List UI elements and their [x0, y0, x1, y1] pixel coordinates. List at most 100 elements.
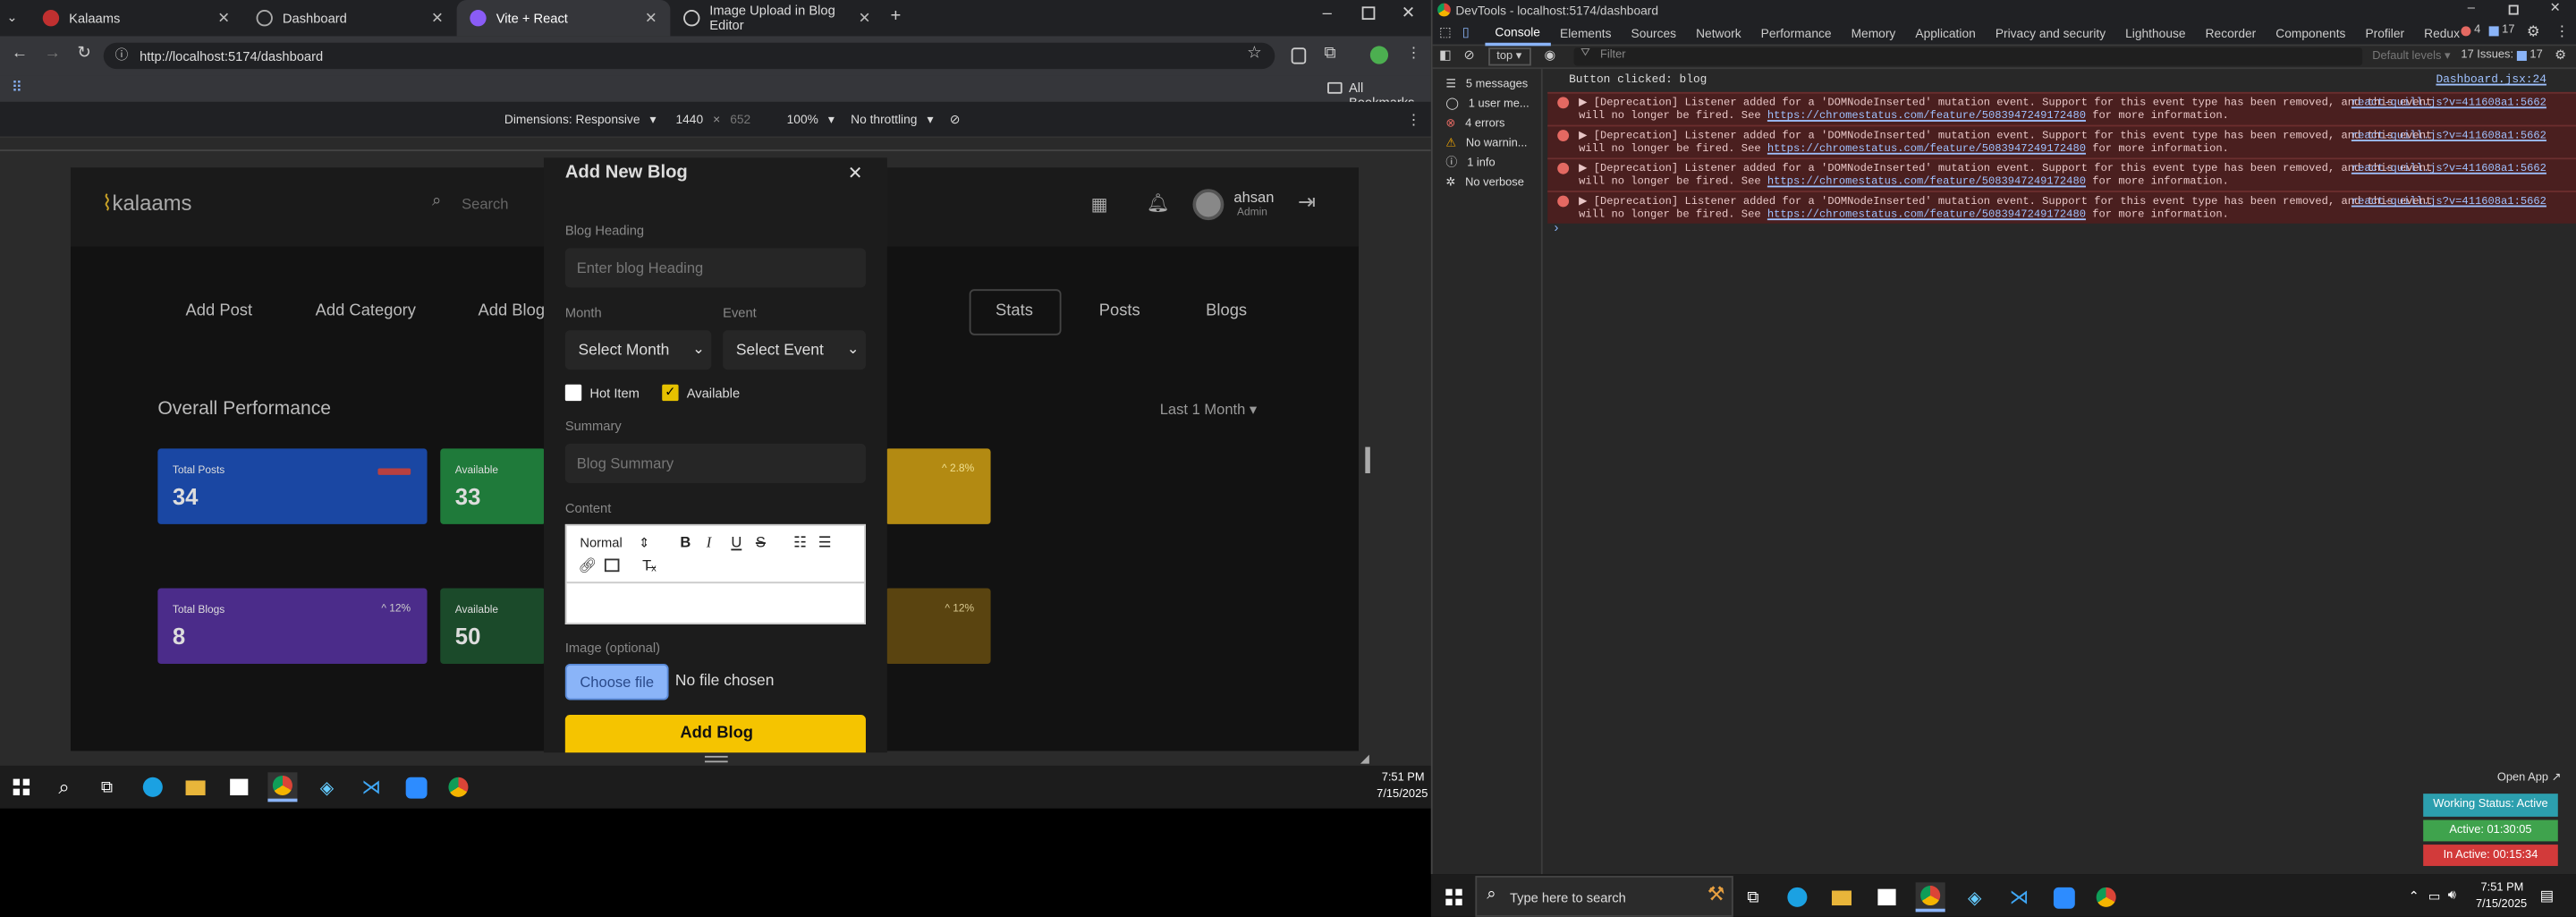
tab-components[interactable]: Components	[2266, 22, 2355, 46]
taskbar-search-box[interactable]: ⌕ Type here to search ⚒	[1475, 875, 1733, 917]
sidebar-info[interactable]: ⓘ 1 info	[1445, 153, 1541, 173]
close-icon[interactable]: ✕	[859, 9, 871, 27]
vscode-icon[interactable]: ⋊	[2004, 882, 2034, 912]
italic-icon[interactable]: I	[707, 534, 712, 550]
tab-vite-react[interactable]: Vite + React ✕	[456, 0, 671, 37]
filter-input[interactable]: ⛛ Filter	[1573, 47, 2363, 66]
app-icon[interactable]: ◈	[1960, 882, 1989, 912]
apps-grid-icon[interactable]: ⠿	[12, 79, 22, 97]
tab-profiler[interactable]: Profiler	[2355, 22, 2414, 46]
close-icon[interactable]: ✕	[217, 9, 230, 27]
puzzle-icon[interactable]: ⧉	[1324, 45, 1335, 63]
summary-input[interactable]: Blog Summary	[564, 443, 866, 484]
sidebar-messages[interactable]: ☰ 5 messages	[1445, 74, 1541, 94]
dt-close-icon[interactable]: ✕	[2550, 0, 2561, 15]
hot-item-checkbox[interactable]	[564, 384, 582, 402]
error-source[interactable]: react-quill.js?v=411608a1:5662	[2351, 163, 2546, 174]
tab-elements[interactable]: Elements	[1550, 22, 1621, 46]
chrome-icon[interactable]	[267, 772, 298, 802]
new-tab-plus-icon[interactable]: +	[891, 6, 902, 26]
site-info-icon[interactable]: ⓘ	[115, 46, 129, 64]
tab-search-icon[interactable]: ⌄	[6, 10, 17, 25]
range-select[interactable]: Last 1 Month ▾	[1160, 401, 1258, 419]
browser-menu-icon[interactable]: ⋮	[1406, 45, 1421, 63]
close-icon[interactable]: ✕	[645, 9, 657, 27]
bullet-list-icon[interactable]: ☰	[818, 534, 832, 552]
dt-minimize-icon[interactable]: –	[2468, 0, 2475, 15]
chrome-icon-2[interactable]	[444, 772, 473, 802]
sidebar-errors[interactable]: ⊗ 4 errors	[1445, 114, 1541, 133]
file-explorer-icon[interactable]	[1826, 882, 1856, 912]
task-view-icon[interactable]: ⧉	[1738, 882, 1767, 912]
tab-recorder[interactable]: Recorder	[2196, 22, 2267, 46]
store-icon[interactable]	[1871, 882, 1901, 912]
image-icon[interactable]	[604, 558, 620, 573]
available-checkbox[interactable]: ✓	[662, 384, 679, 402]
task-view-icon[interactable]: ⧉	[92, 772, 122, 802]
apps-icon[interactable]: ▦	[1091, 194, 1108, 216]
error-source[interactable]: react-quill.js?v=411608a1:5662	[2351, 130, 2546, 141]
console-settings-icon[interactable]: ⚙	[2555, 47, 2566, 63]
resize-handle-right[interactable]	[1365, 446, 1370, 473]
extension-icon[interactable]	[1291, 47, 1307, 64]
error-source[interactable]: react-quill.js?v=411608a1:5662	[2351, 97, 2546, 108]
sidebar-toggle-icon[interactable]: ◧	[1439, 47, 1452, 63]
error-issue-counter[interactable]: 4 17	[2461, 25, 2514, 36]
device-menu-icon[interactable]: ⋮	[1406, 112, 1421, 130]
edge-icon[interactable]	[1783, 882, 1812, 912]
more-icon[interactable]: ⋮	[2555, 23, 2570, 41]
tab-dashboard[interactable]: Dashboard ✕	[243, 0, 457, 36]
sidebar-verbose[interactable]: ✲ No verbose	[1445, 173, 1541, 192]
issues-link[interactable]: 17 Issues: 17	[2461, 49, 2542, 61]
tab-application[interactable]: Application	[1905, 22, 1985, 46]
format-select[interactable]: Normal ⇕	[580, 536, 649, 551]
sidebar-user-messages[interactable]: ◯ 1 user me...	[1445, 94, 1541, 114]
tab-sources[interactable]: Sources	[1621, 22, 1686, 46]
chrome-icon[interactable]	[1915, 882, 1945, 913]
tab-console[interactable]: Console	[1485, 22, 1551, 46]
volume-icon[interactable]: 🔊︎	[2448, 887, 2456, 904]
width-input[interactable]: 1440	[675, 112, 703, 127]
chrome-icon-2[interactable]	[2091, 882, 2121, 912]
windows-start-icon[interactable]	[1445, 888, 1462, 906]
nav-add-post[interactable]: Add Post	[186, 302, 253, 320]
throttle-select[interactable]: No throttling	[851, 112, 917, 127]
maximize-icon[interactable]	[1361, 6, 1376, 21]
forward-icon[interactable]: →	[45, 45, 61, 63]
zoom-icon[interactable]	[2048, 882, 2078, 912]
settings-gear-icon[interactable]: ⚙	[2527, 23, 2540, 41]
close-icon[interactable]: ✕	[431, 9, 444, 27]
nav-blogs[interactable]: Blogs	[1206, 302, 1247, 320]
close-window-icon[interactable]: ✕	[1402, 5, 1415, 23]
heading-input[interactable]: Enter blog Heading	[564, 248, 866, 288]
underline-icon[interactable]: U	[731, 534, 741, 550]
choose-file-button[interactable]: Choose file	[564, 664, 669, 700]
notification-icon[interactable]: ▤	[2540, 887, 2555, 905]
error-link[interactable]: https://chromestatus.com/feature/5083947…	[1767, 176, 2086, 188]
tab-lighthouse[interactable]: Lighthouse	[2115, 22, 2195, 46]
tab-privacy[interactable]: Privacy and security	[1986, 22, 2115, 46]
search-input[interactable]: Search	[462, 196, 508, 212]
error-source[interactable]: react-quill.js?v=411608a1:5662	[2351, 196, 2546, 208]
resize-handle-bottom[interactable]	[704, 755, 728, 763]
app-icon[interactable]: ◈	[312, 772, 342, 802]
edge-icon[interactable]	[138, 772, 167, 802]
search-icon[interactable]: ⌕	[49, 772, 79, 802]
nav-add-blog[interactable]: Add Blog	[478, 302, 545, 320]
log-source[interactable]: Dashboard.jsx:24	[2436, 74, 2546, 88]
error-link[interactable]: https://chromestatus.com/feature/5083947…	[1767, 143, 2086, 155]
clear-console-icon[interactable]: ⊘	[1464, 47, 1475, 63]
store-icon[interactable]	[224, 772, 253, 802]
network-icon[interactable]: ▭	[2428, 889, 2441, 904]
tab-performance[interactable]: Performance	[1751, 22, 1842, 46]
tab-network[interactable]: Network	[1686, 22, 1751, 46]
add-blog-button[interactable]: Add Blog	[564, 714, 866, 753]
ordered-list-icon[interactable]: ☷	[793, 534, 807, 552]
tab-memory[interactable]: Memory	[1842, 22, 1906, 46]
address-bar[interactable]: ⓘ http://localhost:5174/dashboard ☆	[103, 42, 1275, 70]
vscode-icon[interactable]: ⋊	[357, 772, 386, 802]
inspect-icon[interactable]: ⬚	[1439, 25, 1452, 40]
tab-image-upload[interactable]: Image Upload in Blog Editor ✕	[670, 0, 884, 36]
logout-icon[interactable]: ⇥	[1298, 189, 1316, 215]
file-explorer-icon[interactable]	[181, 772, 210, 802]
